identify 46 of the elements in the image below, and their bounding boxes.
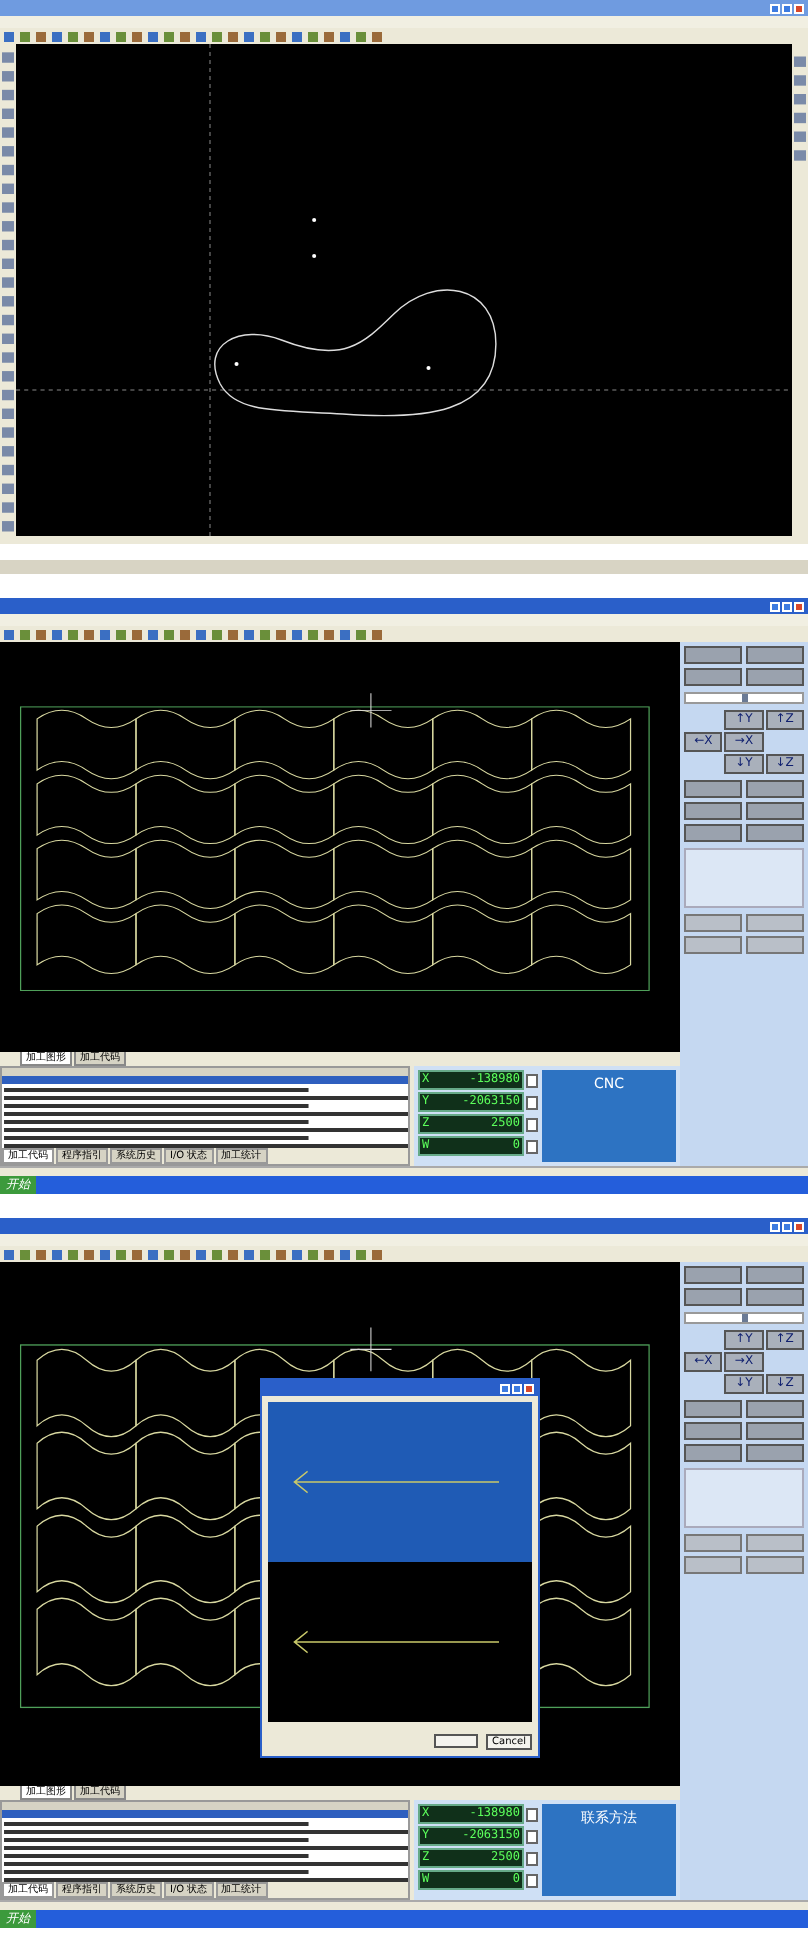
maximize-button[interactable] [512, 1383, 522, 1393]
panel-button[interactable] [684, 914, 742, 932]
close-button[interactable] [794, 3, 804, 13]
slider-thumb[interactable] [741, 694, 747, 702]
ok-button[interactable] [434, 1734, 479, 1748]
panel-button[interactable] [684, 1556, 742, 1574]
panel-button[interactable] [746, 1444, 804, 1462]
panel-button[interactable] [746, 1556, 804, 1574]
close-button[interactable] [794, 601, 804, 611]
panel-button[interactable] [746, 1534, 804, 1552]
panel-button[interactable] [746, 668, 804, 686]
panel-button[interactable] [684, 646, 742, 664]
panel-button[interactable] [746, 1400, 804, 1418]
close-button[interactable] [794, 1221, 804, 1231]
panel-button[interactable] [684, 936, 742, 954]
panel-button[interactable] [684, 824, 742, 842]
minimize-button[interactable] [770, 3, 780, 13]
panel-button[interactable] [746, 936, 804, 954]
minimize-button[interactable] [770, 601, 780, 611]
maximize-button[interactable] [782, 601, 792, 611]
panel-button[interactable] [684, 1422, 742, 1440]
option-group [684, 848, 804, 908]
minimize-button[interactable] [770, 1221, 780, 1231]
panel-button[interactable] [684, 1400, 742, 1418]
panel-button[interactable] [684, 1444, 742, 1462]
close-button[interactable] [524, 1383, 534, 1393]
panel-button[interactable] [746, 780, 804, 798]
slider-thumb[interactable] [741, 1314, 747, 1322]
panel-button[interactable] [684, 1266, 742, 1284]
panel-button[interactable] [684, 1288, 742, 1306]
maximize-button[interactable] [782, 1221, 792, 1231]
panel-button[interactable] [684, 1534, 742, 1552]
toolpath-canvas[interactable] [0, 642, 680, 1052]
option-group [684, 1468, 804, 1528]
panel-button[interactable] [746, 824, 804, 842]
panel-button[interactable] [746, 914, 804, 932]
panel-button[interactable] [746, 1422, 804, 1440]
panel-button[interactable] [684, 780, 742, 798]
panel-button[interactable] [684, 668, 742, 686]
panel-button[interactable] [746, 1266, 804, 1284]
panel-button[interactable] [746, 802, 804, 820]
panel-button[interactable] [746, 1288, 804, 1306]
panel-button[interactable] [684, 802, 742, 820]
panel-button[interactable] [746, 646, 804, 664]
minimize-button[interactable] [500, 1383, 510, 1393]
maximize-button[interactable] [782, 3, 792, 13]
